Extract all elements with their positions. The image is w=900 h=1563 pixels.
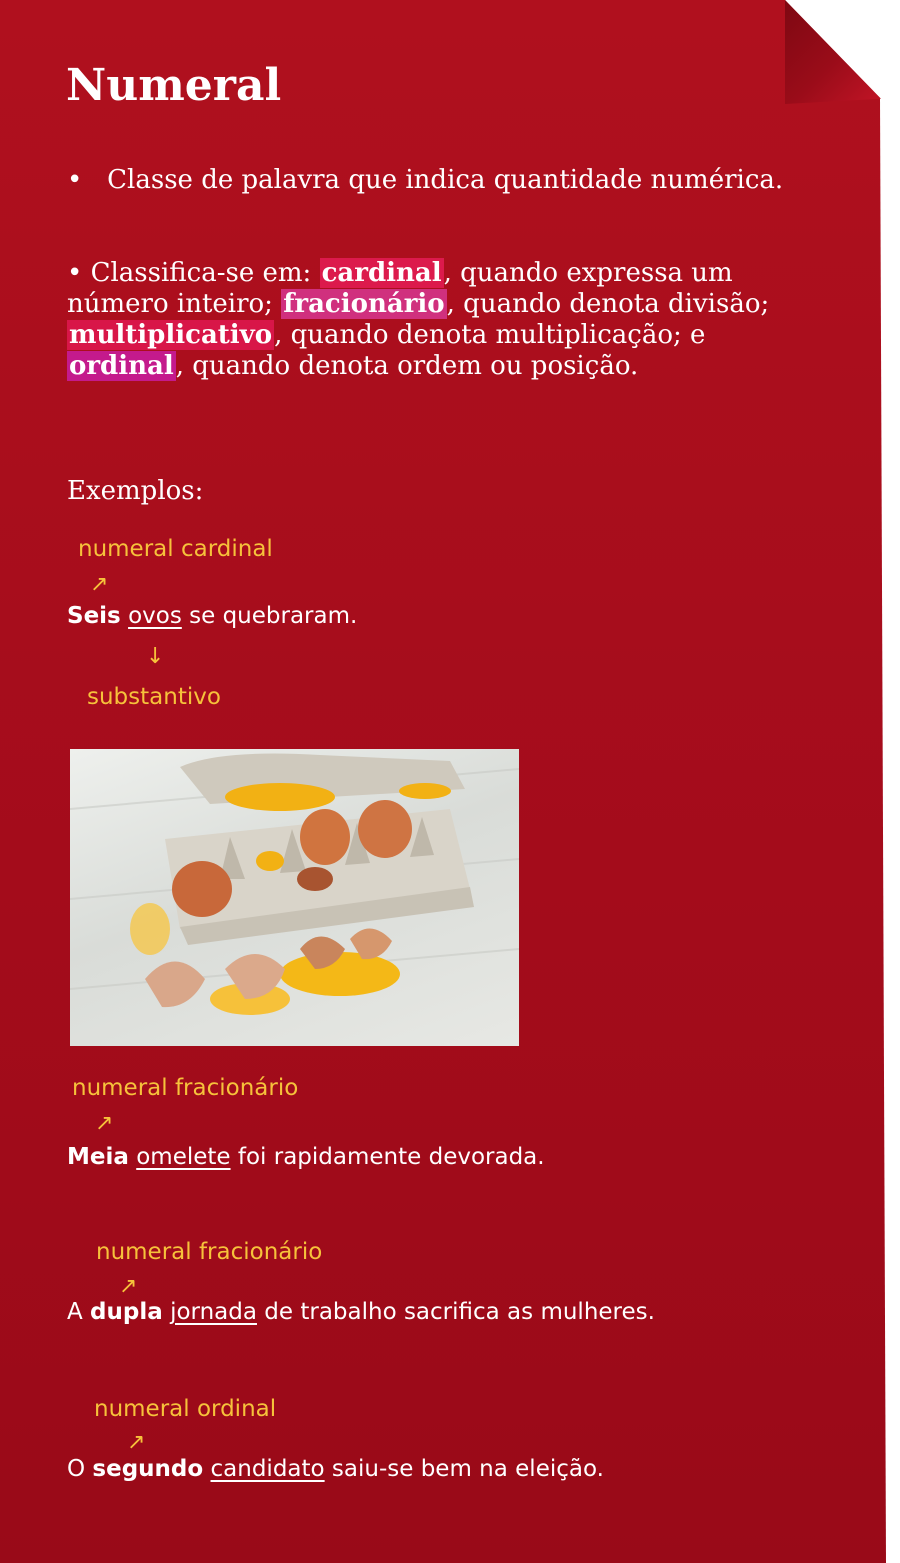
- folded-corner: [785, 0, 881, 104]
- noun-word: omelete: [136, 1144, 231, 1170]
- noun-word: ovos: [128, 603, 182, 629]
- broken-eggs-illustration: [70, 753, 519, 1015]
- highlight-multiplicativo: multiplicativo: [67, 320, 275, 350]
- sentence-rest: saiu-se bem na eleição.: [324, 1456, 604, 1482]
- numeral-word: Seis: [67, 603, 121, 629]
- bullet: •: [67, 165, 83, 195]
- numeral-word: Meia: [67, 1144, 129, 1170]
- arrow-up-icon: ↗: [119, 1274, 138, 1299]
- classification-lead: • Classifica-se em:: [67, 258, 320, 288]
- example-sentence-1: Seis ovos se quebraram.: [67, 603, 357, 629]
- annotation-substantivo: substantivo: [87, 684, 221, 710]
- arrow-up-icon: ↗: [90, 572, 109, 597]
- annotation-numeral-fracionario: numeral fracionário: [72, 1075, 299, 1101]
- definition-paragraph: • Classe de palavra que indica quantidad…: [67, 165, 787, 196]
- classification-paragraph: • Classifica-se em: cardinal, quando exp…: [67, 258, 787, 382]
- examples-label: Exemplos:: [67, 476, 204, 506]
- example-sentence-2: Meia omelete foi rapidamente devorada.: [67, 1144, 545, 1170]
- sentence-rest: se quebraram.: [181, 603, 358, 629]
- arrow-down-icon: ↓: [146, 644, 165, 669]
- annotation-numeral-fracionario: numeral fracionário: [96, 1239, 323, 1265]
- highlight-fracionario: fracionário: [281, 289, 447, 319]
- arrow-up-icon: ↗: [127, 1430, 146, 1455]
- example-sentence-3: A dupla jornada de trabalho sacrifica as…: [67, 1299, 655, 1325]
- sentence-prefix: O: [67, 1456, 93, 1482]
- classification-text: , quando denota ordem ou posição.: [175, 351, 639, 381]
- sentence-prefix: A: [67, 1299, 91, 1325]
- page-title: Numeral: [66, 60, 282, 111]
- sentence-rest: foi rapidamente devorada.: [230, 1144, 545, 1170]
- numeral-word: segundo: [92, 1456, 204, 1482]
- noun-word: jornada: [170, 1299, 257, 1325]
- highlight-cardinal: cardinal: [319, 258, 444, 288]
- sentence-rest: de trabalho sacrifica as mulheres.: [256, 1299, 655, 1325]
- highlight-ordinal: ordinal: [67, 351, 176, 381]
- annotation-numeral-ordinal: numeral ordinal: [94, 1396, 277, 1422]
- noun-word: candidato: [210, 1456, 325, 1482]
- arrow-up-icon: ↗: [95, 1111, 114, 1136]
- definition-text: Classe de palavra que indica quantidade …: [107, 165, 784, 195]
- classification-text: , quando denota divisão;: [446, 289, 770, 319]
- example-sentence-4: O segundo candidato saiu-se bem na eleiç…: [67, 1456, 604, 1482]
- annotation-numeral-cardinal: numeral cardinal: [78, 536, 273, 562]
- broken-eggs-photo: [70, 749, 519, 1046]
- classification-text: , quando denota multiplicação; e: [274, 320, 706, 350]
- numeral-word: dupla: [90, 1299, 163, 1325]
